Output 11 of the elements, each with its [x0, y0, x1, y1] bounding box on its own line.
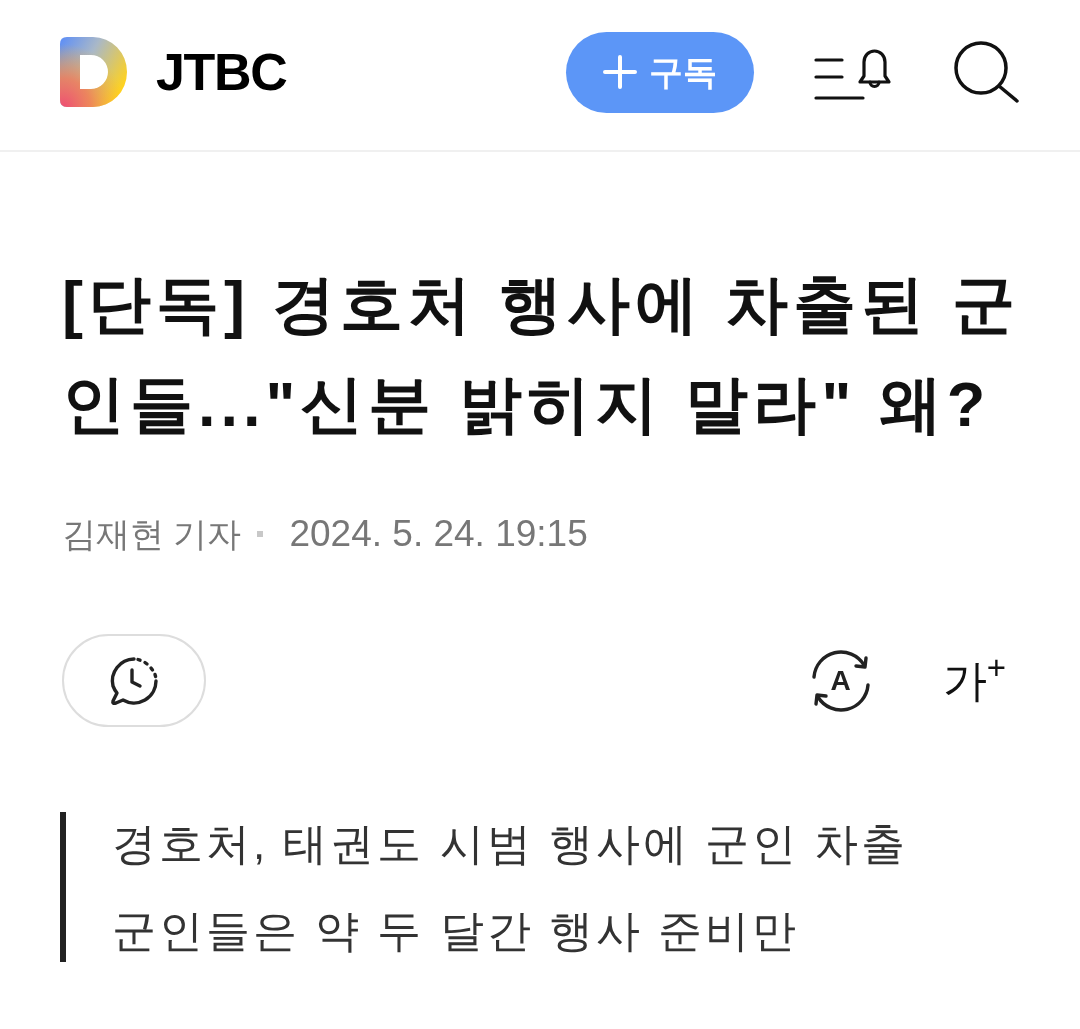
publisher-name[interactable]: JTBC — [156, 46, 287, 98]
plus-icon — [603, 55, 637, 89]
search-icon[interactable] — [954, 41, 1020, 103]
summary-line: 군인들은 약 두 달간 행사 준비만 — [112, 905, 801, 957]
font-size-button[interactable]: 가$^{+}$ — [942, 650, 1006, 711]
translate-button[interactable]: A — [808, 649, 873, 712]
reporter-name[interactable]: 김재현 기자 — [62, 512, 242, 556]
summary-line: 경호처, 태권도 시범 행사에 군인 차출 — [112, 818, 910, 870]
comment-history-button[interactable] — [62, 634, 206, 727]
publish-date: 2024. 5. 24. 19:15 — [289, 512, 588, 556]
article-headline: [단독] 경호처 행사에 차출된 군인들..."신분 밝히지 말라" 왜? — [62, 268, 1021, 441]
